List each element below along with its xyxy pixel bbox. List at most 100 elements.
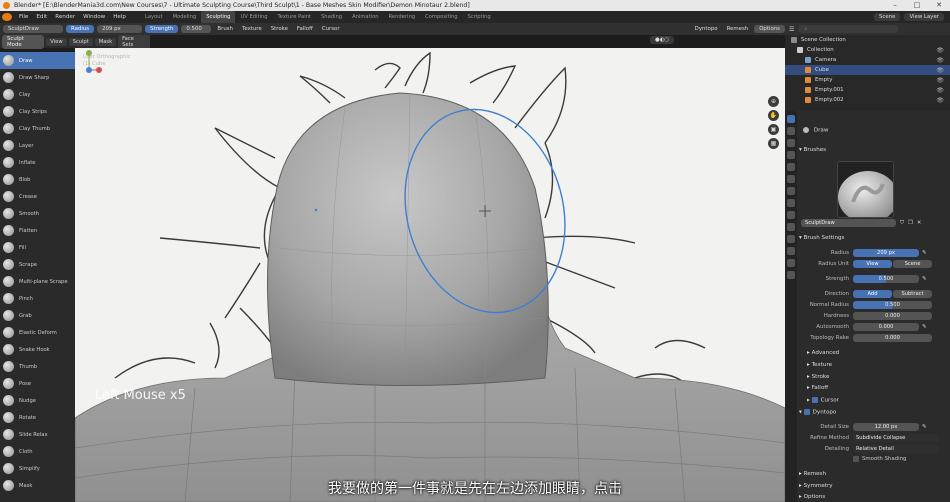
outliner-row-empty-001[interactable]: Empty.001 👁: [785, 85, 950, 95]
object-tab-icon[interactable]: [787, 187, 795, 195]
tab-modeling[interactable]: Modeling: [168, 11, 202, 23]
pressure-icon[interactable]: ✎: [922, 250, 927, 256]
falloff-panel-header[interactable]: ▸ Falloff: [807, 385, 828, 391]
duplicate-icon[interactable]: ❐: [908, 220, 913, 226]
tool-slide-relax[interactable]: Slide Relax: [0, 426, 75, 443]
minimize-icon[interactable]: –: [884, 0, 906, 11]
tool-fill[interactable]: Fill: [0, 239, 75, 256]
tool-grab[interactable]: Grab: [0, 307, 75, 324]
brush-thumbnail[interactable]: [837, 161, 894, 218]
tab-layout[interactable]: Layout: [140, 11, 168, 23]
mask-menu[interactable]: Mask: [94, 37, 117, 46]
tab-shading[interactable]: Shading: [316, 11, 347, 23]
tool-thumb[interactable]: Thumb: [0, 358, 75, 375]
tab-sculpting[interactable]: Sculpting: [201, 11, 236, 23]
stroke-panel-header[interactable]: ▸ Stroke: [807, 374, 829, 380]
outliner-row-empty-002[interactable]: Empty.002 👁: [785, 95, 950, 105]
tool-inflate[interactable]: Inflate: [0, 154, 75, 171]
close-icon[interactable]: ✕: [928, 0, 950, 11]
tab-rendering[interactable]: Rendering: [384, 11, 421, 23]
blender-menu-icon[interactable]: [2, 13, 12, 21]
tool-tab-icon[interactable]: [787, 115, 795, 123]
remesh-menu[interactable]: Remesh: [724, 26, 752, 32]
modifier-tab-icon[interactable]: [787, 199, 795, 207]
tool-clay[interactable]: Clay: [0, 86, 75, 103]
detailing-dropdown[interactable]: Relative Detail: [853, 445, 939, 453]
tool-flatten[interactable]: Flatten: [0, 222, 75, 239]
eye-icon[interactable]: 👁: [936, 87, 944, 94]
scene-selector[interactable]: Scene: [874, 13, 901, 21]
brushes-panel-header[interactable]: ▾ Brushes: [799, 147, 826, 153]
tool-smooth[interactable]: Smooth: [0, 205, 75, 222]
eyedropper-icon[interactable]: ✎: [922, 424, 927, 430]
tool-cloth[interactable]: Cloth: [0, 443, 75, 460]
radius-field[interactable]: 209 px: [97, 25, 143, 33]
zoom-icon[interactable]: ⊕: [768, 96, 779, 107]
y-axis-icon[interactable]: [86, 50, 92, 56]
outliner-filter-icon[interactable]: ☰: [789, 26, 794, 33]
render-tab-icon[interactable]: [787, 127, 795, 135]
strength-field[interactable]: 0.500: [181, 25, 212, 33]
tool-multiplane-scrape[interactable]: Multi-plane Scrape: [0, 273, 75, 290]
x-axis-icon[interactable]: [96, 67, 102, 73]
tab-texture-paint[interactable]: Texture Paint: [273, 11, 316, 23]
particles-tab-icon[interactable]: [787, 211, 795, 219]
tool-draw[interactable]: Draw: [0, 52, 75, 69]
tool-snake-hook[interactable]: Snake Hook: [0, 341, 75, 358]
dyntopo-checkbox[interactable]: [803, 409, 810, 415]
direction-add-button[interactable]: Add: [853, 290, 892, 298]
unlink-x-icon[interactable]: ✕: [917, 220, 922, 226]
view-layer-tab-icon[interactable]: [787, 151, 795, 159]
world-tab-icon[interactable]: [787, 175, 795, 183]
tool-nudge[interactable]: Nudge: [0, 392, 75, 409]
brush-name-field[interactable]: SculptDraw: [801, 219, 896, 227]
hardness-field[interactable]: 0.000: [853, 312, 932, 320]
advanced-panel-header[interactable]: ▸ Advanced: [807, 350, 839, 356]
outliner-row-empty[interactable]: Empty 👁: [785, 75, 950, 85]
dyntopo-panel-header[interactable]: ▾ Dyntopo: [799, 409, 836, 416]
sculpt-menu[interactable]: Sculpt: [68, 37, 93, 46]
3d-viewport[interactable]: User Orthographic (1) Cube Left Mouse x5…: [75, 48, 785, 502]
options-menu[interactable]: Options: [754, 25, 785, 33]
tool-clay-strips[interactable]: Clay Strips: [0, 103, 75, 120]
perspective-grid-icon[interactable]: ▦: [768, 138, 779, 149]
mode-selector[interactable]: Sculpt Mode: [2, 34, 45, 49]
view-layer-selector[interactable]: View Layer: [904, 13, 944, 21]
eye-icon[interactable]: 👁: [936, 77, 944, 84]
refine-method-dropdown[interactable]: Subdivide Collapse: [853, 434, 939, 442]
outliner-row-camera[interactable]: Camera 👁: [785, 55, 950, 65]
pressure-icon[interactable]: ✎: [922, 324, 927, 330]
tool-pinch[interactable]: Pinch: [0, 290, 75, 307]
tool-rotate[interactable]: Rotate: [0, 409, 75, 426]
pan-hand-icon[interactable]: ✋: [768, 110, 779, 121]
eye-icon[interactable]: 👁: [936, 47, 944, 54]
texture-tab-icon[interactable]: [787, 271, 795, 279]
tool-simplify[interactable]: Simplify: [0, 460, 75, 477]
tab-animation[interactable]: Animation: [347, 11, 383, 23]
scene-tab-icon[interactable]: [787, 163, 795, 171]
constraints-tab-icon[interactable]: [787, 235, 795, 243]
menu-render[interactable]: Render: [51, 14, 79, 20]
tool-clay-thumb[interactable]: Clay Thumb: [0, 120, 75, 137]
menu-edit[interactable]: Edit: [32, 14, 51, 20]
detail-size-field[interactable]: 12.00 px: [853, 423, 919, 431]
camera-view-icon[interactable]: ▣: [768, 124, 779, 135]
smooth-shading-checkbox[interactable]: [853, 456, 859, 462]
texture-menu[interactable]: Texture: [239, 26, 265, 32]
output-tab-icon[interactable]: [787, 139, 795, 147]
radius-unit-scene-button[interactable]: Scene: [893, 260, 932, 268]
cursor-checkbox[interactable]: [811, 397, 818, 403]
autosmooth-field[interactable]: 0.000: [853, 323, 919, 331]
z-axis-icon[interactable]: [86, 67, 92, 73]
stroke-menu[interactable]: Stroke: [268, 26, 291, 32]
pressure-icon[interactable]: ✎: [922, 276, 927, 282]
tool-crease[interactable]: Crease: [0, 188, 75, 205]
outliner-row-scene-collection[interactable]: Scene Collection: [785, 35, 950, 45]
outliner-row-cube[interactable]: Cube 👁: [785, 65, 950, 75]
outliner-search-input[interactable]: ⌕: [798, 25, 899, 33]
navigation-gizmo[interactable]: [75, 48, 103, 88]
tool-blob[interactable]: Blob: [0, 171, 75, 188]
fake-user-shield-icon[interactable]: ⛉: [900, 220, 904, 227]
eye-icon[interactable]: 👁: [936, 67, 944, 74]
falloff-menu[interactable]: Falloff: [294, 26, 316, 32]
